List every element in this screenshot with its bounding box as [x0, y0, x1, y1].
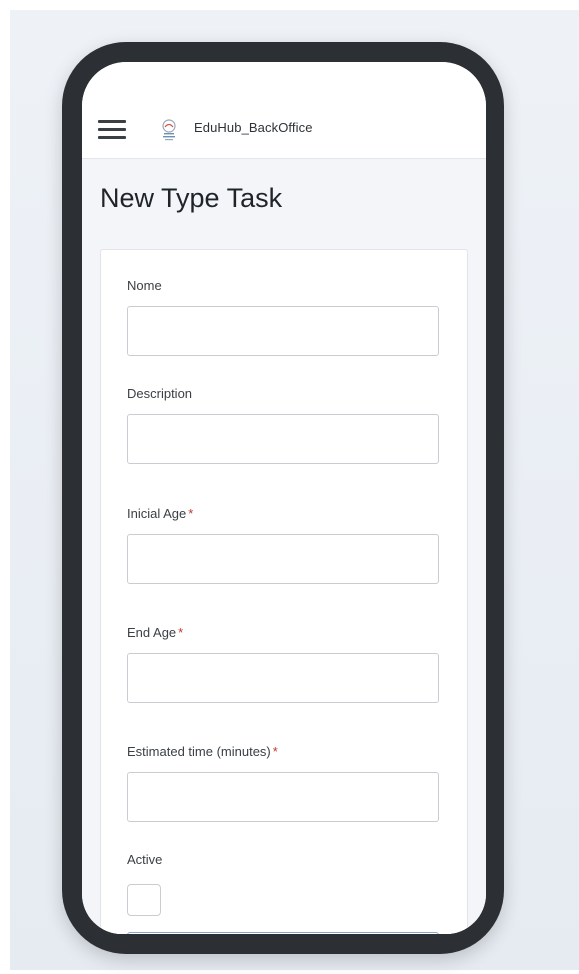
- required-marker: *: [188, 506, 194, 521]
- hamburger-menu-icon[interactable]: [98, 120, 126, 140]
- nome-input[interactable]: [127, 306, 439, 356]
- estimated-time-input[interactable]: [127, 772, 439, 822]
- description-input[interactable]: [127, 414, 439, 464]
- main-content: New Type Task Nome Description Inicial A…: [82, 159, 486, 934]
- form-card: Nome Description Inicial Age * End Age * E…: [100, 249, 468, 934]
- end-age-input[interactable]: [127, 653, 439, 703]
- eduhub-logo-icon: [158, 118, 180, 142]
- description-label: Description: [127, 386, 193, 401]
- inicial-age-input[interactable]: [127, 534, 439, 584]
- app-title: EduHub_BackOffice: [194, 120, 313, 135]
- next-field-partially-visible[interactable]: [127, 932, 439, 934]
- end-age-label: End Age *: [127, 625, 184, 640]
- required-marker: *: [272, 744, 278, 759]
- required-marker: *: [178, 625, 184, 640]
- estimated-time-label: Estimated time (minutes) *: [127, 744, 278, 759]
- phone-screen: EduHub_BackOffice New Type Task Nome Des…: [82, 62, 486, 934]
- active-checkbox[interactable]: [127, 884, 161, 916]
- active-label: Active: [127, 852, 163, 867]
- top-app-bar: EduHub_BackOffice: [82, 62, 486, 159]
- nome-label: Nome: [127, 278, 162, 293]
- inicial-age-label: Inicial Age *: [127, 506, 194, 521]
- page-title: New Type Task: [100, 183, 283, 213]
